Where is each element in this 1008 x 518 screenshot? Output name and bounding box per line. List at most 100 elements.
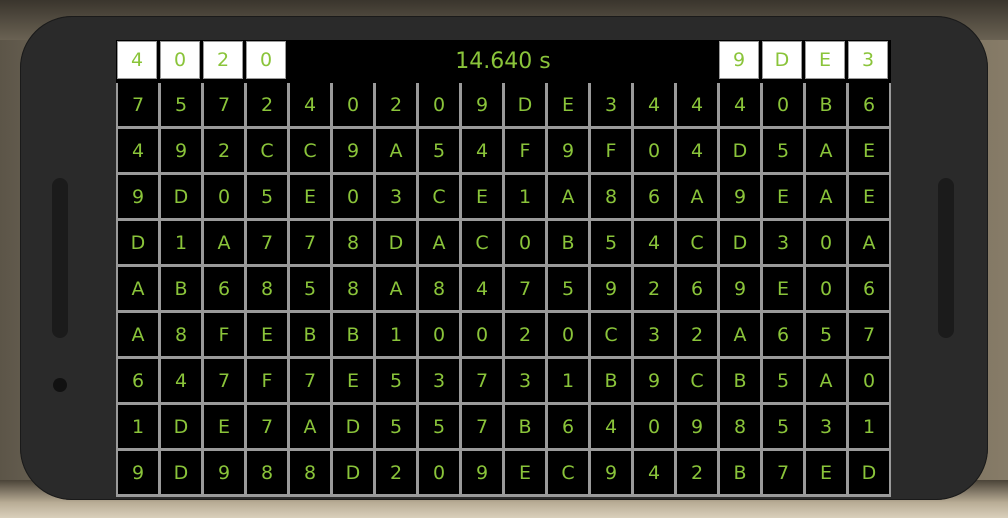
grid-cell[interactable]: E [806,451,846,494]
grid-cell[interactable]: 3 [591,83,631,126]
grid-cell[interactable]: B [161,267,201,310]
grid-cell[interactable]: 5 [763,359,803,402]
grid-cell[interactable]: E [763,267,803,310]
grid-cell[interactable]: 0 [505,221,545,264]
grid-cell[interactable]: 5 [419,129,459,172]
grid-cell[interactable]: E [849,129,889,172]
grid-cell[interactable]: 6 [849,83,889,126]
grid-cell[interactable]: 9 [591,267,631,310]
grid-cell[interactable]: 5 [376,359,416,402]
grid-cell[interactable]: A [419,221,459,264]
grid-cell[interactable]: 1 [505,175,545,218]
grid-cell[interactable]: 2 [247,83,287,126]
grid-cell[interactable]: A [118,267,158,310]
grid-cell[interactable]: 6 [548,405,588,448]
grid-cell[interactable]: 0 [204,175,244,218]
grid-cell[interactable]: 3 [376,175,416,218]
grid-cell[interactable]: 1 [849,405,889,448]
grid-cell[interactable]: A [806,129,846,172]
grid-cell[interactable]: D [720,129,760,172]
grid-cell[interactable]: 9 [118,451,158,494]
grid-cell[interactable]: 9 [333,129,373,172]
grid-cell[interactable]: 2 [204,129,244,172]
grid-cell[interactable]: F [505,129,545,172]
grid-cell[interactable]: 7 [118,83,158,126]
grid-cell[interactable]: C [290,129,330,172]
grid-cell[interactable]: 7 [290,359,330,402]
grid-cell[interactable]: 7 [247,221,287,264]
grid-cell[interactable]: 0 [419,451,459,494]
grid-cell[interactable]: E [333,359,373,402]
grid-cell[interactable]: 4 [290,83,330,126]
grid-cell[interactable]: 0 [763,83,803,126]
grid-cell[interactable]: 2 [376,83,416,126]
grid-cell[interactable]: E [290,175,330,218]
grid-cell[interactable]: 7 [462,359,502,402]
grid-cell[interactable]: B [548,221,588,264]
grid-cell[interactable]: 6 [118,359,158,402]
grid-cell[interactable]: 4 [634,83,674,126]
grid-cell[interactable]: 4 [591,405,631,448]
grid-cell[interactable]: 4 [677,129,717,172]
grid-cell[interactable]: 9 [677,405,717,448]
grid-cell[interactable]: 2 [677,313,717,356]
grid-cell[interactable]: A [677,175,717,218]
grid-cell[interactable]: C [247,129,287,172]
grid-cell[interactable]: 9 [591,451,631,494]
grid-cell[interactable]: 9 [462,83,502,126]
grid-cell[interactable]: F [204,313,244,356]
grid-cell[interactable]: 9 [634,359,674,402]
grid-cell[interactable]: 8 [161,313,201,356]
grid-cell[interactable]: 4 [118,129,158,172]
grid-cell[interactable]: 3 [763,221,803,264]
grid-cell[interactable]: 7 [204,359,244,402]
grid-cell[interactable]: 6 [763,313,803,356]
grid-cell[interactable]: A [548,175,588,218]
grid-cell[interactable]: A [376,267,416,310]
grid-cell[interactable]: 7 [290,221,330,264]
grid-cell[interactable]: 3 [505,359,545,402]
grid-cell[interactable]: 5 [591,221,631,264]
grid-cell[interactable]: 0 [849,359,889,402]
grid-cell[interactable]: 5 [161,83,201,126]
grid-cell[interactable]: 2 [376,451,416,494]
grid-cell[interactable]: 8 [333,267,373,310]
grid-cell[interactable]: 5 [376,405,416,448]
grid-cell[interactable]: 8 [419,267,459,310]
grid-cell[interactable]: 7 [505,267,545,310]
grid-cell[interactable]: D [333,451,373,494]
grid-cell[interactable]: 0 [634,405,674,448]
grid-cell[interactable]: B [720,451,760,494]
grid-cell[interactable]: C [591,313,631,356]
grid-cell[interactable]: E [548,83,588,126]
grid-cell[interactable]: 9 [118,175,158,218]
grid-cell[interactable]: 4 [462,267,502,310]
grid-cell[interactable]: 1 [161,221,201,264]
grid-cell[interactable]: D [505,83,545,126]
grid-cell[interactable]: B [806,83,846,126]
grid-cell[interactable]: 0 [333,83,373,126]
grid-cell[interactable]: C [677,221,717,264]
grid-cell[interactable]: 4 [634,451,674,494]
grid-cell[interactable]: B [720,359,760,402]
grid-cell[interactable]: B [333,313,373,356]
grid-cell[interactable]: E [247,313,287,356]
grid-cell[interactable]: A [204,221,244,264]
grid-cell[interactable]: D [161,451,201,494]
grid-cell[interactable]: 3 [419,359,459,402]
grid-cell[interactable]: 1 [118,405,158,448]
grid-cell[interactable]: 4 [677,83,717,126]
grid-cell[interactable]: 9 [462,451,502,494]
grid-cell[interactable]: C [548,451,588,494]
grid-cell[interactable]: 0 [419,313,459,356]
grid-cell[interactable]: D [333,405,373,448]
grid-cell[interactable]: B [505,405,545,448]
grid-cell[interactable]: 7 [763,451,803,494]
grid-cell[interactable]: D [849,451,889,494]
grid-cell[interactable]: C [677,359,717,402]
grid-cell[interactable]: D [161,175,201,218]
grid-cell[interactable]: D [118,221,158,264]
grid-cell[interactable]: 0 [333,175,373,218]
grid-cell[interactable]: 4 [634,221,674,264]
grid-cell[interactable]: 4 [462,129,502,172]
